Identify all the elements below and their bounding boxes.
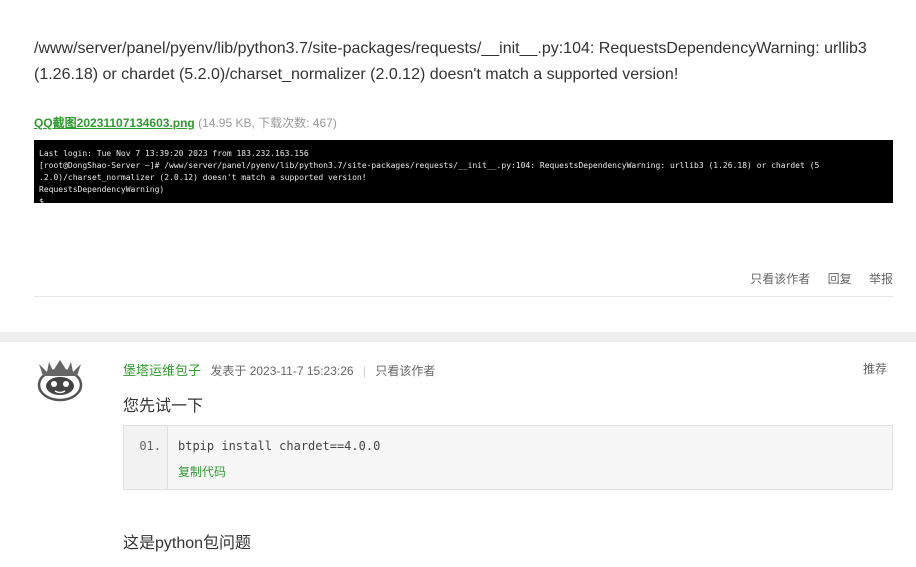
reply-link[interactable]: 回复 bbox=[828, 272, 852, 286]
avatar[interactable] bbox=[35, 358, 85, 402]
line-number: 01. bbox=[139, 439, 161, 453]
recommend-button[interactable]: 推荐 bbox=[863, 360, 887, 377]
code-block: 01. btpip install chardet==4.0.0 复制代码 bbox=[123, 425, 893, 490]
reply-posted-at: 发表于 2023-11-7 15:23:26 bbox=[210, 364, 354, 378]
reply-author[interactable]: 堡塔运维包子 bbox=[123, 363, 201, 378]
terminal-line: Last login: Tue Nov 7 13:39:20 2023 from… bbox=[39, 149, 309, 158]
reply-meta: 堡塔运维包子 发表于 2023-11-7 15:23:26 | 只看该作者 bbox=[123, 360, 435, 379]
copy-code-button[interactable]: 复制代码 bbox=[178, 463, 226, 480]
terminal-line: .2.0)/charset_normalizer (2.0.12) doesn'… bbox=[39, 173, 367, 182]
section-separator bbox=[0, 332, 916, 342]
report-link[interactable]: 举报 bbox=[869, 272, 893, 286]
attachment-link[interactable]: QQ截图20231107134603.png bbox=[34, 116, 195, 130]
terminal-line: $ bbox=[39, 197, 44, 203]
post-content: /www/server/panel/pyenv/lib/python3.7/si… bbox=[0, 0, 916, 332]
attachment-line: QQ截图20231107134603.png (14.95 KB, 下载次数: … bbox=[34, 114, 337, 131]
terminal-line: RequestsDependencyWarning) bbox=[39, 185, 165, 194]
code-line: btpip install chardet==4.0.0 bbox=[178, 439, 381, 453]
terminal-line: [root@DongShao-Server ~]# /www/server/pa… bbox=[39, 161, 820, 170]
reply-text-2: 这是python包问题 bbox=[123, 535, 252, 552]
code-gutter: 01. bbox=[124, 426, 168, 489]
avatar-mascot-icon bbox=[37, 360, 83, 402]
reply-only-author-link[interactable]: 只看该作者 bbox=[375, 364, 435, 378]
post-actions: 只看该作者 回复 举报 bbox=[736, 270, 893, 287]
terminal-screenshot: Last login: Tue Nov 7 13:39:20 2023 from… bbox=[34, 140, 893, 203]
only-author-link[interactable]: 只看该作者 bbox=[750, 272, 810, 286]
post-error-text: /www/server/panel/pyenv/lib/python3.7/si… bbox=[34, 40, 867, 83]
reply-text: 您先试一下 bbox=[123, 398, 204, 415]
divider bbox=[34, 296, 893, 297]
meta-separator: | bbox=[362, 364, 367, 378]
attachment-info: (14.95 KB, 下载次数: 467) bbox=[194, 116, 337, 130]
